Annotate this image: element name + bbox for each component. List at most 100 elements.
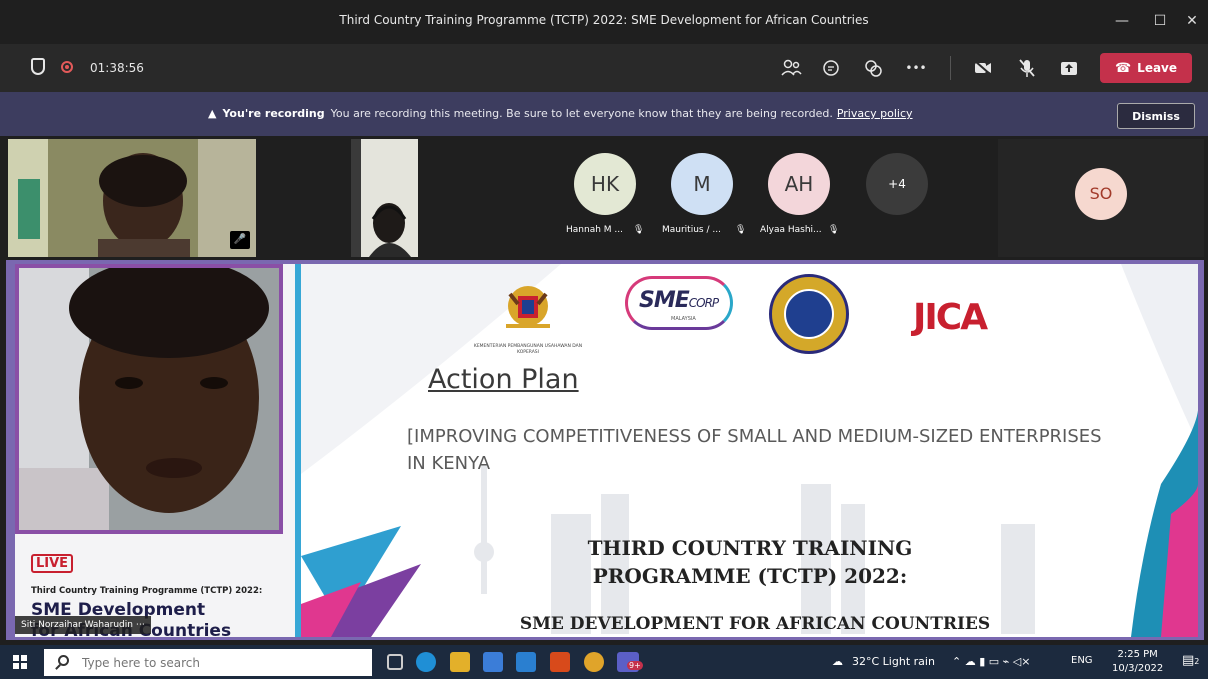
system-tray-icons[interactable]: ⌃ ☁ ▮ ▭ ⌁ ◁× — [952, 655, 1030, 668]
recording-text: You are recording this meeting. Be sure … — [330, 107, 833, 120]
close-window-button[interactable]: ✕ — [1181, 10, 1203, 32]
participant-video-feed — [8, 139, 256, 257]
chrome-icon[interactable] — [584, 652, 604, 672]
jica-wordmark: JICA — [913, 297, 988, 338]
windows-taskbar: 9+ ☁ 32°C Light rain ⌃ ☁ ▮ ▭ ⌁ ◁× ENG 2:… — [0, 645, 1208, 679]
overflow-participants-button[interactable]: +4 — [866, 153, 928, 215]
reactions-icon[interactable] — [860, 55, 886, 81]
participant-avatar[interactable]: HK — [574, 153, 636, 215]
maximize-button[interactable]: ☐ — [1149, 10, 1171, 32]
taskbar-clock[interactable]: 2:25 PM 10/3/2022 — [1112, 648, 1163, 676]
shield-icon[interactable] — [31, 58, 45, 75]
presenter-name-tag[interactable]: Siti Norzaihar Waharudin ⋯ — [15, 616, 151, 634]
smecorp-sub: MALAYSIA — [671, 316, 696, 322]
participant-gallery: 🎤 HK Hannah M ... 🎙 M Mauritius / ... 🎙 … — [0, 136, 1208, 260]
avatar-initials: HK — [590, 172, 620, 196]
meeting-toolbar: 01:38:56 ••• ☎ Leave — [0, 44, 1208, 92]
participant-name: Hannah M ... — [566, 225, 623, 235]
camera-off-icon[interactable] — [970, 55, 996, 81]
slide-heading: Action Plan — [428, 364, 579, 395]
mtcp-seal-logo — [769, 274, 849, 354]
ministry-caption: KEMENTERIAN PEMBANGUNAN USAHAWAN DAN KOP… — [473, 344, 583, 355]
main-stage: KEMENTERIAN PEMBANGUNAN USAHAWAN DAN KOP… — [6, 260, 1204, 640]
windows-start-icon[interactable] — [13, 655, 27, 669]
task-view-icon[interactable] — [387, 654, 403, 670]
taskbar-search-input[interactable] — [44, 649, 372, 676]
mtcp-seal-center — [784, 289, 834, 339]
toolbar-divider — [950, 56, 951, 80]
presenter-camera — [15, 264, 283, 534]
participant-avatar: SO — [1075, 168, 1127, 220]
presenter-video-feed — [19, 268, 279, 530]
panel-divider — [295, 264, 301, 637]
search-icon — [58, 655, 69, 666]
share-screen-icon[interactable] — [1056, 55, 1082, 81]
muted-mic-icon: 🎙 — [828, 225, 840, 235]
teams-badge: 9+ — [627, 661, 643, 670]
government-emblem-logo — [506, 286, 550, 328]
smecorp-corp: CORP — [688, 296, 719, 310]
dismiss-button[interactable]: Dismiss — [1117, 103, 1195, 129]
warning-icon: ▲ — [208, 107, 217, 120]
teams-icon[interactable]: 9+ — [617, 652, 643, 672]
muted-mic-icon: 🎤 — [230, 231, 250, 249]
app-root: Third Country Training Programme (TCTP) … — [0, 0, 1208, 679]
smecorp-main: SME — [639, 288, 690, 313]
participant-video-feed — [351, 139, 418, 257]
slide-subtitle: [IMPROVING COMPETITIVENESS OF SMALL AND … — [407, 426, 1102, 474]
avatar-initials: SO — [1089, 184, 1113, 203]
file-explorer-icon[interactable] — [450, 652, 470, 672]
empty-tile — [256, 139, 351, 257]
jica-logo: JICA — [913, 290, 988, 339]
phone-hangup-icon: ☎ — [1114, 60, 1132, 76]
chat-icon[interactable] — [818, 55, 844, 81]
video-tile-participant-2[interactable] — [351, 139, 418, 257]
leave-label: Leave — [1137, 60, 1178, 75]
edge-browser-icon[interactable] — [416, 652, 436, 672]
left-panel-programme: Third Country Training Programme (TCTP) … — [31, 586, 263, 596]
programme-subtitle: SME DEVELOPMENT FOR AFRICAN COUNTRIES — [519, 614, 991, 634]
mail-icon[interactable] — [516, 652, 536, 672]
video-tile-participant-1[interactable]: 🎤 — [8, 139, 256, 257]
spotlight-tile[interactable]: SO — [998, 139, 1204, 257]
participant-avatar[interactable]: AH — [768, 153, 830, 215]
office-icon[interactable] — [550, 652, 570, 672]
weather-icon[interactable]: ☁ — [832, 655, 843, 668]
avatar-initials: AH — [784, 172, 814, 196]
smecorp-logo: SMECORP MALAYSIA — [625, 276, 733, 330]
window-title: Third Country Training Programme (TCTP) … — [339, 13, 869, 27]
meeting-timer: 01:38:56 — [90, 61, 144, 75]
leave-button[interactable]: ☎ Leave — [1100, 53, 1192, 83]
participants-icon[interactable] — [778, 55, 804, 81]
recording-heading: You're recording — [222, 107, 325, 120]
smecorp-wordmark: SMECORP — [639, 288, 719, 313]
slide-left-panel: LIVE Third Country Training Programme (T… — [15, 264, 301, 637]
participant-name: Alyaa Hashi... — [760, 225, 822, 235]
live-badge: LIVE — [31, 554, 74, 573]
avatar-initials: M — [693, 172, 711, 196]
muted-mic-icon: 🎙 — [735, 225, 747, 235]
more-options-icon[interactable]: ••• — [903, 55, 929, 81]
recording-indicator-icon — [61, 61, 73, 73]
recording-banner: ▲ You're recording You are recording this … — [0, 92, 1208, 136]
privacy-policy-link[interactable]: Privacy policy — [837, 107, 913, 120]
window-titlebar: Third Country Training Programme (TCTP) … — [0, 0, 1208, 44]
participant-avatar[interactable]: M — [671, 153, 733, 215]
shared-presentation: KEMENTERIAN PEMBANGUNAN USAHAWAN DAN KOP… — [15, 264, 1198, 637]
weather-status[interactable]: 32°C Light rain — [852, 655, 935, 668]
more-icon: ⋯ — [135, 620, 145, 630]
store-icon[interactable] — [483, 652, 503, 672]
clock-date: 10/3/2022 — [1112, 663, 1164, 674]
clock-time: 2:25 PM — [1117, 649, 1158, 660]
overflow-count: +4 — [888, 177, 906, 191]
programme-title: THIRD COUNTRY TRAINING PROGRAMME (TCTP) … — [515, 534, 985, 590]
language-indicator[interactable]: ENG — [1071, 655, 1093, 666]
recording-message: ▲ You're recording You are recording this … — [208, 107, 913, 120]
programme-title-line-1: THIRD COUNTRY TRAINING — [587, 536, 913, 560]
minimize-button[interactable]: — — [1111, 10, 1133, 32]
notification-center-icon[interactable]: ▤2 — [1182, 653, 1199, 668]
presenter-name: Siti Norzaihar Waharudin — [21, 620, 133, 630]
microphone-off-icon[interactable] — [1014, 55, 1040, 81]
programme-title-line-2: PROGRAMME (TCTP) 2022: — [592, 564, 908, 588]
muted-mic-icon: 🎙 — [633, 225, 645, 235]
